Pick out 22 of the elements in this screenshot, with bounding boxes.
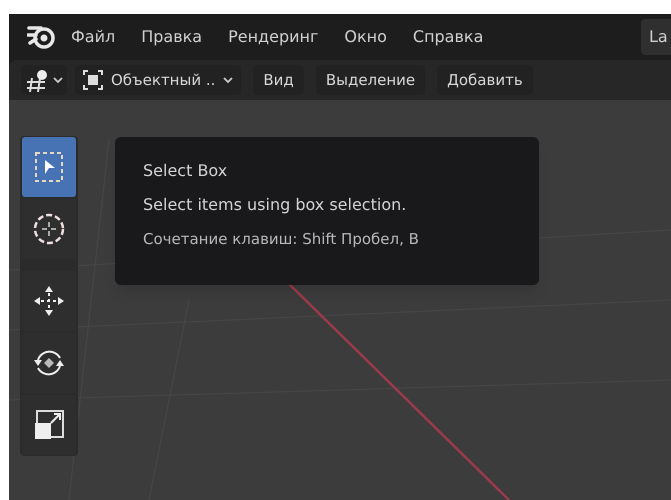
menu-item[interactable]: Окно — [344, 25, 387, 49]
header-menu[interactable]: Выделение — [316, 65, 426, 95]
crosshair-cursor-icon — [32, 212, 66, 246]
select-box-icon — [34, 151, 64, 183]
menu-item[interactable]: Справка — [412, 25, 484, 49]
scale-icon — [32, 408, 66, 442]
transform-pivot-dropdown[interactable] — [21, 65, 67, 95]
workspace-tab[interactable]: La — [641, 19, 671, 55]
menu-item[interactable]: Рендеринг — [228, 25, 318, 49]
menu-item[interactable]: Файл — [71, 25, 116, 49]
tooltip-title: Select Box — [143, 161, 228, 181]
tooltip-shortcut: Сочетание клавиш: Shift Пробел, B — [143, 229, 420, 249]
chevron-down-icon — [223, 76, 234, 84]
mode-dropdown[interactable]: Объектный .. — [75, 65, 242, 95]
object-box-icon — [83, 70, 103, 90]
chevron-down-icon — [53, 76, 63, 84]
menu-item[interactable]: Правка — [141, 25, 202, 49]
header-menu[interactable]: Вид — [253, 65, 304, 95]
tooltip-description: Select items using box selection. — [143, 195, 408, 215]
app-logo-icon[interactable] — [27, 25, 55, 49]
header-menu[interactable]: Добавить — [437, 65, 533, 95]
move-arrows-icon — [32, 284, 66, 318]
